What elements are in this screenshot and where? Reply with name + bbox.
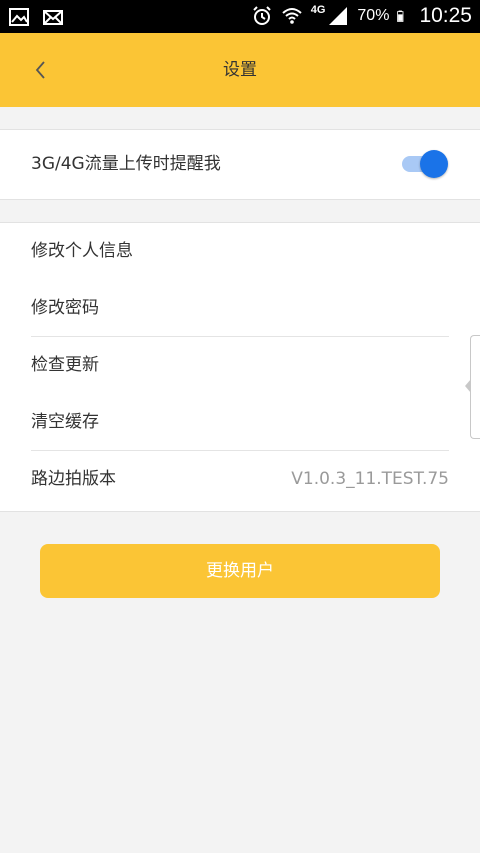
traffic-reminder-toggle[interactable]: [402, 150, 448, 178]
mail-icon: [43, 10, 63, 25]
switch-user-button[interactable]: 更换用户: [40, 544, 440, 598]
battery-percent: 70%: [357, 7, 390, 24]
app-bar: 设置: [0, 33, 480, 107]
list-item-change-password[interactable]: 修改密码: [0, 280, 480, 337]
toggle-thumb: [420, 150, 448, 178]
list-item-edit-profile[interactable]: 修改个人信息: [0, 223, 480, 280]
settings-list: 修改个人信息 修改密码 检查更新 清空缓存 路边拍版本 V1.0.3_11.TE…: [0, 222, 480, 512]
image-icon: [9, 8, 29, 26]
page-title: 设置: [223, 60, 257, 80]
version-value: V1.0.3_11.TEST.75: [291, 469, 449, 489]
network-type: 4G: [310, 4, 326, 16]
list-item-label: 修改个人信息: [31, 241, 133, 261]
clock: 10:25: [419, 4, 472, 27]
chevron-left-icon: [465, 379, 471, 393]
battery-icon: [397, 10, 404, 22]
traffic-reminder-label: 3G/4G流量上传时提醒我: [31, 154, 221, 174]
list-item-label: 检查更新: [31, 355, 99, 375]
list-item-check-update[interactable]: 检查更新: [0, 337, 480, 394]
traffic-reminder-card: 3G/4G流量上传时提醒我: [0, 129, 480, 200]
traffic-reminder-row: 3G/4G流量上传时提醒我: [0, 130, 480, 199]
list-item-label: 清空缓存: [31, 412, 99, 432]
list-item-label: 修改密码: [31, 298, 99, 318]
status-bar: 4G 70% 10:25: [0, 0, 480, 33]
list-item-label: 路边拍版本: [31, 469, 116, 489]
list-item-clear-cache[interactable]: 清空缓存: [0, 394, 480, 451]
alarm-icon: [253, 6, 271, 25]
signal-icon: [329, 7, 348, 25]
list-item-version: 路边拍版本 V1.0.3_11.TEST.75: [0, 451, 480, 508]
side-drawer-handle[interactable]: [465, 335, 480, 439]
wifi-icon: [282, 8, 302, 24]
